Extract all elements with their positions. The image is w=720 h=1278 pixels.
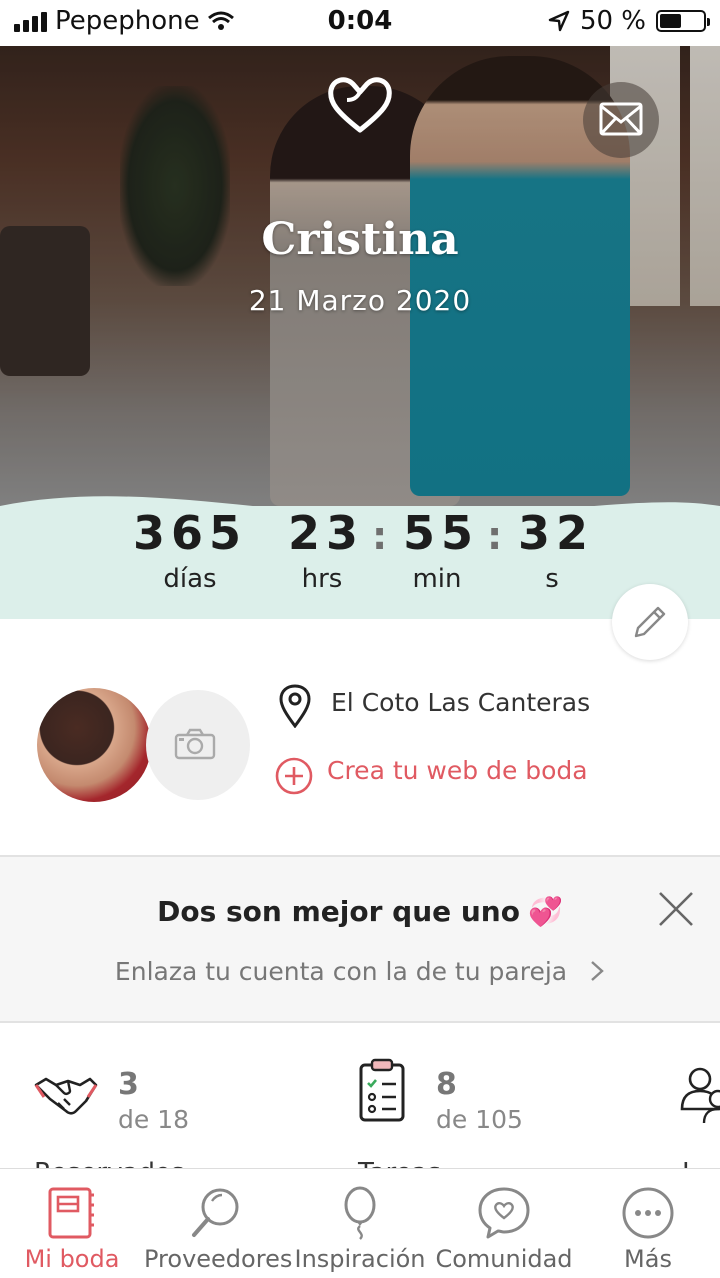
chat-heart-icon (478, 1187, 530, 1239)
tab-label: Más (624, 1245, 672, 1273)
countdown-minutes: 55 (403, 506, 480, 560)
handshake-icon[interactable] (34, 1071, 98, 1117)
countdown-hours: 23 (288, 506, 365, 560)
checklist-icon[interactable] (358, 1057, 406, 1123)
tasks-total: de 105 (436, 1105, 523, 1134)
countdown-separator: : (487, 514, 503, 558)
hero-photo[interactable]: Cristina 21 Marzo 2020 (0, 46, 720, 506)
more-icon (622, 1187, 674, 1239)
booked-count: 3 (118, 1067, 139, 1102)
tasks-count: 8 (436, 1067, 457, 1102)
tasks-label-cut: Tareas (358, 1158, 441, 1168)
countdown-hours-label: hrs (301, 564, 343, 594)
link-partner-row[interactable]: Enlaza tu cuenta con la de tu pareja (0, 957, 720, 986)
chevron-right-icon (591, 961, 604, 981)
bottom-tab-bar: Mi boda Proveedores Inspiración Comunida… (0, 1168, 720, 1277)
battery-fill (660, 14, 682, 28)
link-partner-text[interactable]: Enlaza tu cuenta con la de tu pareja (115, 957, 567, 986)
status-bar: Pepephone 0:04 50 % (0, 0, 720, 46)
wedding-date: 21 Marzo 2020 (248, 284, 472, 317)
tab-proveedores[interactable]: Proveedores (144, 1169, 293, 1278)
pencil-icon (634, 606, 666, 638)
countdown-seconds-label: s (545, 564, 559, 594)
countdown-separator: : (372, 514, 388, 558)
location-arrow-icon (548, 10, 570, 32)
battery-percent: 50 % (579, 6, 646, 36)
booked-label-cut: Reservados (34, 1158, 184, 1168)
guests-icon[interactable] (680, 1065, 720, 1123)
edit-button[interactable] (612, 584, 688, 660)
guests-label-cut: I (682, 1158, 690, 1168)
add-photo-button[interactable] (146, 690, 250, 800)
countdown-seconds: 32 (518, 506, 595, 560)
magnifier-icon (192, 1188, 239, 1237)
heart-logo-icon (328, 77, 392, 133)
countdown: 365 días 23 hrs : 55 min : 32 s (0, 506, 720, 619)
promo-title-row: Dos son mejor que uno 💞 (0, 895, 720, 928)
notebook-icon (48, 1187, 94, 1239)
status-right: 50 % (548, 6, 710, 36)
promo-title: Dos son mejor que uno (157, 895, 520, 928)
booked-total: de 18 (118, 1105, 190, 1134)
couple-name: Cristina (261, 214, 459, 265)
tab-mi-boda[interactable]: Mi boda (0, 1169, 144, 1278)
tab-label: Comunidad (435, 1245, 573, 1273)
create-web-link[interactable]: Crea tu web de boda (327, 756, 588, 785)
camera-icon (174, 728, 216, 760)
balloon-icon (344, 1186, 376, 1240)
stats-row: 3 de 18 Reservados 8 de 105 Tareas I (0, 1023, 720, 1168)
location-pin-icon (279, 684, 311, 728)
wave-divider (0, 496, 720, 506)
close-icon[interactable] (654, 887, 698, 931)
couple-avatar[interactable] (37, 688, 151, 802)
tab-label: Proveedores (144, 1245, 293, 1273)
envelope-icon (599, 102, 643, 136)
countdown-minutes-label: min (412, 564, 462, 594)
tab-inspiracion[interactable]: Inspiración (288, 1169, 432, 1278)
add-circle-icon[interactable] (274, 756, 314, 796)
partner-promo-card: Dos son mejor que uno 💞 Enlaza tu cuenta … (0, 855, 720, 1023)
countdown-days-label: días (163, 564, 217, 594)
hearts-emoji-icon: 💞 (527, 895, 563, 928)
tab-label: Inspiración (294, 1245, 426, 1273)
tab-mas[interactable]: Más (576, 1169, 720, 1278)
messages-button[interactable] (583, 82, 659, 158)
countdown-days: 365 (133, 506, 248, 560)
tab-comunidad[interactable]: Comunidad (432, 1169, 576, 1278)
venue-name[interactable]: El Coto Las Canteras (331, 688, 590, 717)
tab-label: Mi boda (24, 1245, 120, 1273)
battery-icon (656, 10, 710, 32)
